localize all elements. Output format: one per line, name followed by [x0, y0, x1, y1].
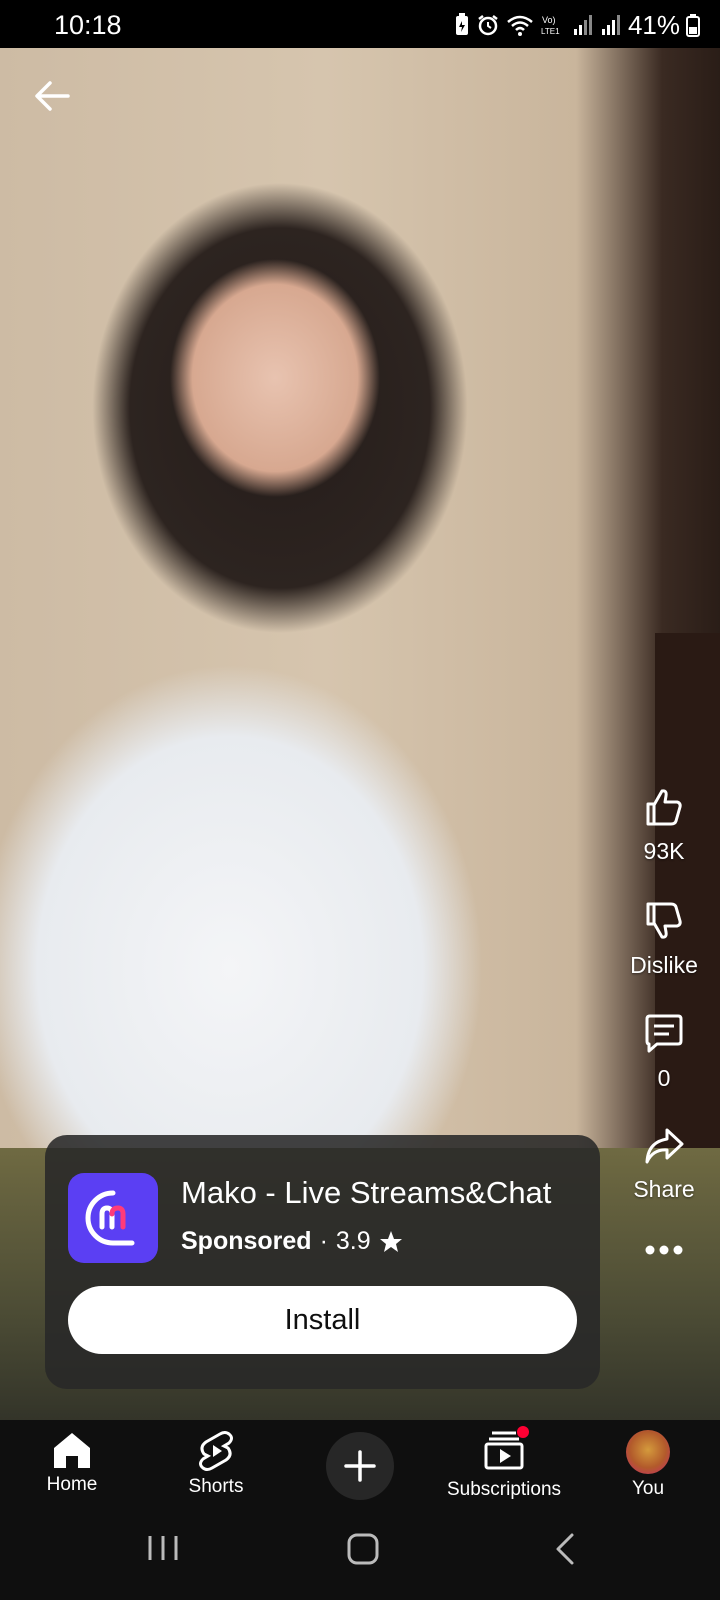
star-icon: [379, 1230, 402, 1252]
meta-separator: ·: [319, 1227, 328, 1255]
svg-text:Vo): Vo): [542, 15, 556, 25]
back-button[interactable]: [30, 74, 74, 118]
bottom-nav: Home Shorts Subscriptions You: [0, 1420, 720, 1502]
status-time: 10:18: [54, 10, 122, 40]
wifi-icon: [507, 15, 533, 36]
home-icon: [54, 1433, 90, 1468]
nav-subscriptions[interactable]: Subscriptions: [438, 1426, 570, 1501]
dislike-button[interactable]: Dislike: [612, 900, 716, 979]
share-label: Share: [633, 1176, 695, 1202]
thumbs-up-icon: [646, 789, 682, 826]
avatar: [626, 1430, 670, 1474]
status-icons: Vo) LTE1 41%: [454, 10, 700, 40]
volte-icon: Vo) LTE1: [541, 15, 560, 36]
nav-subscriptions-label: Subscriptions: [446, 1479, 562, 1500]
ad-card[interactable]: Mako - Live Streams&Chat Sponsored · 3.9…: [45, 1135, 600, 1389]
plus-icon: [344, 1450, 376, 1482]
system-back-icon[interactable]: [552, 1532, 578, 1566]
system-nav-bar: [0, 1502, 720, 1600]
nav-shorts[interactable]: Shorts: [180, 1430, 252, 1498]
mako-logo-icon: [85, 1190, 135, 1246]
home-button-icon[interactable]: [346, 1532, 380, 1566]
thumbs-down-icon: [646, 902, 682, 939]
recent-apps-icon[interactable]: [146, 1532, 180, 1564]
battery-saver-icon: [455, 13, 468, 35]
create-button[interactable]: [326, 1432, 394, 1500]
alarm-icon: [478, 15, 498, 36]
share-button[interactable]: Share: [612, 1126, 716, 1203]
install-button[interactable]: Install: [68, 1286, 577, 1354]
dislike-label: Dislike: [630, 952, 698, 978]
notification-dot: [517, 1426, 529, 1438]
comment-icon: [645, 1014, 683, 1053]
battery-icon: [686, 14, 700, 37]
ad-app-name[interactable]: Mako - Live Streams&Chat: [181, 1175, 551, 1211]
ad-meta: Sponsored · 3.9: [181, 1227, 403, 1256]
signal-icon: [601, 15, 620, 35]
app-icon[interactable]: [68, 1173, 158, 1263]
more-options-button[interactable]: [612, 1244, 716, 1256]
shorts-icon: [199, 1431, 233, 1471]
nav-home-label: Home: [46, 1474, 98, 1495]
nav-you[interactable]: You: [618, 1430, 678, 1500]
like-button[interactable]: 93K: [612, 786, 716, 865]
comments-button[interactable]: 0: [612, 1013, 716, 1092]
nav-home[interactable]: Home: [38, 1430, 106, 1496]
comment-count: 0: [657, 1065, 671, 1091]
nav-shorts-label: Shorts: [188, 1476, 244, 1497]
subscriptions-icon-wrap: [483, 1426, 529, 1475]
share-icon: [645, 1128, 684, 1164]
svg-text:LTE1: LTE1: [541, 27, 560, 36]
sponsored-label: Sponsored: [181, 1227, 312, 1255]
app-rating: 3.9: [335, 1227, 371, 1255]
status-bar: 10:18 Vo) LTE1 41%: [0, 0, 720, 48]
more-horizontal-icon: [645, 1245, 683, 1255]
arrow-left-icon: [35, 81, 70, 111]
battery-percent: 41%: [627, 9, 680, 40]
like-count: 93K: [643, 838, 685, 864]
signal-icon: [573, 15, 592, 35]
nav-you-label: You: [631, 1478, 665, 1499]
